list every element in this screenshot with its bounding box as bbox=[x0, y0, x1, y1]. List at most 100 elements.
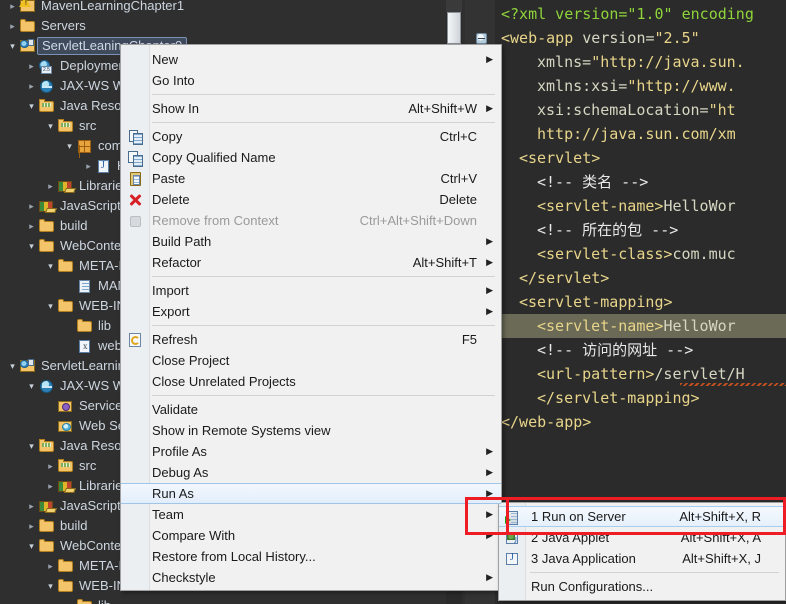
code-line[interactable]: xmlns:xsi="http://www. bbox=[495, 74, 786, 98]
code-line[interactable]: <?xml version="1.0" encoding bbox=[495, 2, 786, 26]
chevron-right-icon[interactable]: ▸ bbox=[25, 516, 38, 536]
menu-item-label: Export bbox=[152, 304, 190, 319]
run-as-submenu[interactable]: 1 Run on Server Alt+Shift+X, R 2 Java Appl… bbox=[498, 502, 786, 601]
menu-item-1-run-on-server[interactable]: 1 Run on Server Alt+Shift+X, R bbox=[499, 506, 785, 527]
chevron-right-icon[interactable]: ▸ bbox=[25, 56, 38, 76]
tree-item[interactable]: ▸ Servers bbox=[0, 16, 465, 36]
tree-item[interactable]: ▸ lib bbox=[0, 596, 465, 604]
chevron-right-icon[interactable]: ▸ bbox=[63, 596, 76, 604]
menu-item-checkstyle[interactable]: Checkstyle ▶ bbox=[121, 567, 501, 588]
menu-item-team[interactable]: Team ▶ bbox=[121, 504, 501, 525]
package-icon bbox=[76, 138, 94, 154]
copy-qualified-icon bbox=[127, 150, 143, 167]
chevron-down-icon[interactable]: ▾ bbox=[25, 536, 38, 556]
menu-separator bbox=[152, 325, 495, 326]
chevron-right-icon[interactable]: ▸ bbox=[6, 0, 19, 16]
code-line[interactable]: <servlet-class>com.muc bbox=[495, 242, 786, 266]
menu-item-close-project[interactable]: Close Project bbox=[121, 350, 501, 371]
code-line[interactable]: xmlns="http://java.sun. bbox=[495, 50, 786, 74]
chevron-right-icon[interactable]: ▸ bbox=[25, 216, 38, 236]
code-line[interactable]: xsi:schemaLocation="ht bbox=[495, 98, 786, 122]
chevron-right-icon[interactable]: ▸ bbox=[82, 156, 95, 176]
code-line[interactable]: <servlet> bbox=[495, 146, 786, 170]
menu-item-go-into[interactable]: Go Into bbox=[121, 70, 501, 91]
code-line[interactable]: </servlet> bbox=[495, 266, 786, 290]
menu-item-show-in-remote-systems-view[interactable]: Show in Remote Systems view bbox=[121, 420, 501, 441]
menu-item-shortcut: Alt+Shift+W bbox=[408, 101, 477, 116]
menu-item-compare-with[interactable]: Compare With ▶ bbox=[121, 525, 501, 546]
code-line[interactable]: <!-- 类名 --> bbox=[495, 170, 786, 194]
code-line[interactable]: <!-- 所在的包 --> bbox=[495, 218, 786, 242]
code-line[interactable]: <web-app version="2.5" bbox=[495, 26, 786, 50]
project-icon bbox=[19, 358, 37, 374]
menu-item-new[interactable]: New ▶ bbox=[121, 49, 501, 70]
code-token: "ht bbox=[708, 101, 736, 119]
code-line[interactable]: <servlet-mapping> bbox=[495, 290, 786, 314]
code-token: <servlet-mapping> bbox=[519, 293, 673, 311]
menu-item-shortcut: Delete bbox=[439, 192, 477, 207]
menu-item-run-as[interactable]: Run As ▶ bbox=[121, 483, 501, 504]
chevron-right-icon[interactable]: ▸ bbox=[25, 496, 38, 516]
code-line[interactable]: <servlet-name>HelloWor bbox=[495, 194, 786, 218]
menu-item-copy-qualified-name[interactable]: Copy Qualified Name bbox=[121, 147, 501, 168]
chevron-down-icon[interactable]: ▾ bbox=[44, 576, 57, 596]
spellcheck-squiggle bbox=[680, 383, 786, 386]
code-fold-collapse-icon[interactable] bbox=[476, 33, 487, 44]
menu-item-refresh[interactable]: Refresh F5 bbox=[121, 329, 501, 350]
chevron-down-icon[interactable]: ▾ bbox=[63, 136, 76, 156]
code-line[interactable]: <!-- 访问的网址 --> bbox=[495, 338, 786, 362]
code-line[interactable]: <servlet-name>HelloWor bbox=[495, 314, 786, 338]
menu-item-build-path[interactable]: Build Path ▶ bbox=[121, 231, 501, 252]
menu-item-3-java-application[interactable]: 3 Java Application Alt+Shift+X, J bbox=[499, 548, 785, 569]
context-menu-item-list[interactable]: New ▶ Go Into Show In Alt+Shift+W ▶ Copy Ctrl+C… bbox=[121, 49, 501, 588]
submenu-item-list[interactable]: 1 Run on Server Alt+Shift+X, R 2 Java Appl… bbox=[499, 506, 785, 597]
menu-item-delete[interactable]: Delete Delete bbox=[121, 189, 501, 210]
chevron-down-icon[interactable]: ▾ bbox=[25, 376, 38, 396]
menu-item-close-unrelated-projects[interactable]: Close Unrelated Projects bbox=[121, 371, 501, 392]
menu-item-import[interactable]: Import ▶ bbox=[121, 280, 501, 301]
chevron-down-icon[interactable]: ▾ bbox=[6, 356, 19, 376]
menu-item-paste[interactable]: Paste Ctrl+V bbox=[121, 168, 501, 189]
code-line[interactable]: </servlet-mapping> bbox=[495, 386, 786, 410]
chevron-down-icon[interactable]: ▾ bbox=[25, 96, 38, 116]
scroll-up-arrow-icon[interactable] bbox=[446, 0, 462, 12]
tree-item-label: src bbox=[79, 458, 97, 473]
menu-item-debug-as[interactable]: Debug As ▶ bbox=[121, 462, 501, 483]
menu-item-validate[interactable]: Validate bbox=[121, 399, 501, 420]
menu-item-label: Delete bbox=[152, 192, 190, 207]
menu-item-restore-from-local-history[interactable]: Restore from Local History... bbox=[121, 546, 501, 567]
menu-item-label: Checkstyle bbox=[152, 570, 216, 585]
menu-item-copy[interactable]: Copy Ctrl+C bbox=[121, 126, 501, 147]
menu-item-export[interactable]: Export ▶ bbox=[121, 301, 501, 322]
chevron-right-icon[interactable]: ▸ bbox=[44, 176, 57, 196]
chevron-down-icon[interactable]: ▾ bbox=[44, 116, 57, 136]
folder-icon bbox=[57, 558, 75, 574]
menu-item-2-java-applet[interactable]: 2 Java Applet Alt+Shift+X, A bbox=[499, 527, 785, 548]
chevron-down-icon[interactable]: ▾ bbox=[25, 436, 38, 456]
menu-item-shortcut: Ctrl+C bbox=[439, 129, 477, 144]
chevron-down-icon[interactable]: ▾ bbox=[44, 296, 57, 316]
chevron-right-icon[interactable]: ▸ bbox=[44, 456, 57, 476]
menu-item-refactor[interactable]: Refactor Alt+Shift+T ▶ bbox=[121, 252, 501, 273]
code-token: <servlet-name> bbox=[537, 197, 664, 215]
java-file-icon bbox=[95, 158, 113, 174]
scrollbar-thumb[interactable] bbox=[447, 12, 461, 44]
menu-item-profile-as[interactable]: Profile As ▶ bbox=[121, 441, 501, 462]
chevron-right-icon[interactable]: ▸ bbox=[44, 476, 57, 496]
code-line[interactable]: </web-app> bbox=[495, 410, 786, 434]
folder-icon bbox=[38, 538, 56, 554]
code-line[interactable]: http://java.sun.com/xm bbox=[495, 122, 786, 146]
chevron-down-icon[interactable]: ▾ bbox=[25, 236, 38, 256]
chevron-right-icon[interactable]: ▸ bbox=[25, 76, 38, 96]
chevron-down-icon[interactable]: ▾ bbox=[6, 36, 19, 56]
submenu-arrow-icon: ▶ bbox=[486, 257, 493, 267]
chevron-right-icon[interactable]: ▸ bbox=[25, 196, 38, 216]
chevron-right-icon[interactable]: ▸ bbox=[6, 16, 19, 36]
tree-item[interactable]: ▸ MavenLearningChapter1 bbox=[0, 0, 465, 16]
menu-item-run-configurations[interactable]: Run Configurations... bbox=[499, 576, 785, 597]
chevron-down-icon[interactable]: ▾ bbox=[44, 256, 57, 276]
menu-item-show-in[interactable]: Show In Alt+Shift+W ▶ bbox=[121, 98, 501, 119]
code-token: xsi:schemaLocation= bbox=[537, 101, 709, 119]
project-context-menu[interactable]: New ▶ Go Into Show In Alt+Shift+W ▶ Copy Ctrl+C… bbox=[120, 44, 502, 591]
chevron-right-icon[interactable]: ▸ bbox=[44, 556, 57, 576]
